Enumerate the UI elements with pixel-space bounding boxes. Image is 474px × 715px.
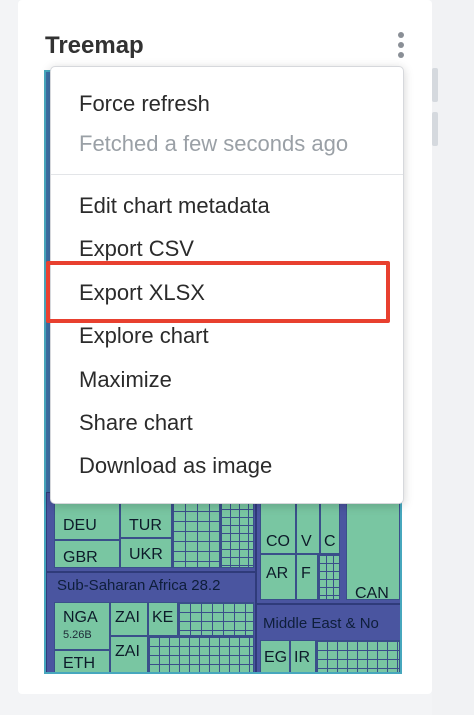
treemap-cell[interactable]: NGA 5.26B xyxy=(54,602,110,650)
treemap-cell[interactable]: F xyxy=(296,554,318,600)
more-options-icon[interactable] xyxy=(392,30,410,60)
treemap-cell[interactable]: CO xyxy=(260,500,296,554)
treemap-cell[interactable]: IR xyxy=(290,640,316,672)
treemap-cell[interactable]: ZAI xyxy=(110,602,148,636)
treemap-cell[interactable]: CAN xyxy=(346,500,400,600)
edit-chart-metadata-item[interactable]: Edit chart metadata xyxy=(79,193,270,219)
download-as-image-item[interactable]: Download as image xyxy=(79,453,272,479)
treemap-small-cells xyxy=(178,602,254,636)
treemap-small-cells xyxy=(148,636,254,672)
chart-title: Treemap xyxy=(45,32,144,59)
export-csv-item[interactable]: Export CSV xyxy=(79,236,194,262)
right-panel-strip xyxy=(432,0,474,715)
adjacent-panel-tab xyxy=(432,68,438,102)
treemap-cell[interactable]: EG xyxy=(260,640,290,672)
fetched-status-text: Fetched a few seconds ago xyxy=(79,131,349,156)
treemap-cell[interactable]: ZAI xyxy=(110,636,148,672)
treemap-cell[interactable]: C xyxy=(320,500,340,554)
treemap-cell[interactable]: KE xyxy=(148,602,178,636)
force-refresh-item[interactable]: Force refresh xyxy=(79,91,210,117)
treemap-cell[interactable]: ETH xyxy=(54,650,110,672)
share-chart-item[interactable]: Share chart xyxy=(79,410,193,436)
treemap-small-cells xyxy=(318,554,340,600)
treemap-cell[interactable]: AR xyxy=(260,554,296,600)
export-xlsx-highlight xyxy=(46,261,390,323)
maximize-item[interactable]: Maximize xyxy=(79,367,172,393)
treemap-cell[interactable]: UKR xyxy=(120,538,172,568)
treemap-small-cells xyxy=(220,500,254,568)
menu-divider xyxy=(51,174,403,175)
treemap-small-cells xyxy=(172,500,220,568)
treemap-cell[interactable]: GBR xyxy=(54,540,120,568)
treemap-small-cells xyxy=(316,640,400,672)
explore-chart-item[interactable]: Explore chart xyxy=(79,323,209,349)
adjacent-panel-tab xyxy=(432,112,438,146)
treemap-cell[interactable]: V xyxy=(296,500,320,554)
